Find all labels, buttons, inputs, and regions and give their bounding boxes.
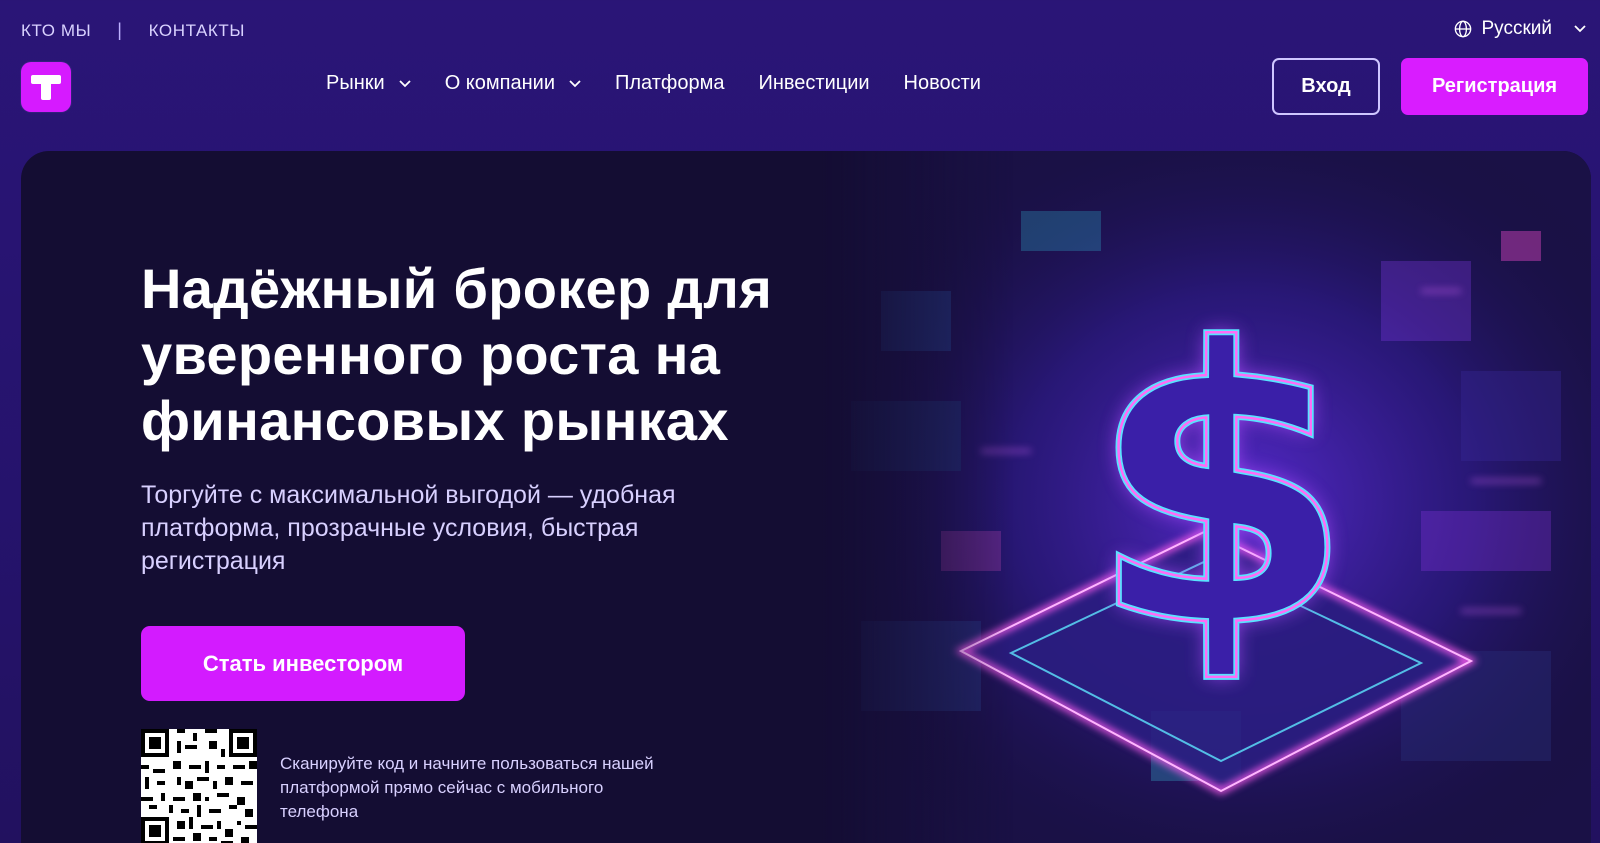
nav-item-platform[interactable]: Платформа: [615, 72, 724, 95]
register-button[interactable]: Регистрация: [1401, 58, 1588, 115]
hero-section: $ $ $ Надёжный брокер для уверенного рос…: [21, 151, 1591, 843]
qr-code: [141, 729, 257, 843]
top-links-separator: |: [117, 20, 123, 40]
login-button[interactable]: Вход: [1272, 58, 1380, 115]
top-link-about[interactable]: КТО МЫ: [21, 21, 91, 41]
top-bar: КТО МЫ | КОНТАКТЫ Русский: [0, 0, 1600, 62]
become-investor-button[interactable]: Стать инвестором: [141, 626, 465, 701]
language-label: Русский: [1481, 18, 1553, 39]
nav-item-label: Рынки: [326, 72, 385, 94]
top-link-contacts[interactable]: КОНТАКТЫ: [149, 21, 246, 41]
nav-item-label: О компании: [444, 72, 555, 94]
qr-caption: Сканируйте код и начните пользоваться на…: [280, 754, 654, 821]
language-selector[interactable]: Русский: [1454, 18, 1587, 40]
globe-icon: [1454, 20, 1471, 38]
neon-dollar-illustration: $ $ $: [821, 151, 1591, 843]
nav-item-label: Новости: [903, 72, 981, 94]
nav-item-markets[interactable]: Рынки: [326, 72, 411, 95]
nav-item-news[interactable]: Новости: [904, 72, 981, 95]
logo-t-icon: [31, 75, 61, 100]
chevron-down-icon: [569, 79, 581, 87]
hero-subtitle: Торгуйте с максимальной выгодой — удобна…: [141, 481, 676, 575]
chevron-down-icon: [399, 79, 411, 87]
logo[interactable]: [21, 62, 71, 112]
nav-item-investments[interactable]: Инвестиции: [758, 72, 869, 95]
nav-item-label: Инвестиции: [758, 72, 870, 94]
chevron-down-icon: [1574, 25, 1586, 33]
nav-item-label: Платформа: [615, 72, 725, 94]
nav-item-company[interactable]: О компании: [445, 72, 581, 95]
main-nav: Рынки О компании Платформа Инвестиции Но…: [326, 72, 1015, 95]
hero-title: Надёжный брокер для уверенного роста на …: [141, 257, 773, 452]
top-links: КТО МЫ | КОНТАКТЫ: [21, 20, 245, 41]
